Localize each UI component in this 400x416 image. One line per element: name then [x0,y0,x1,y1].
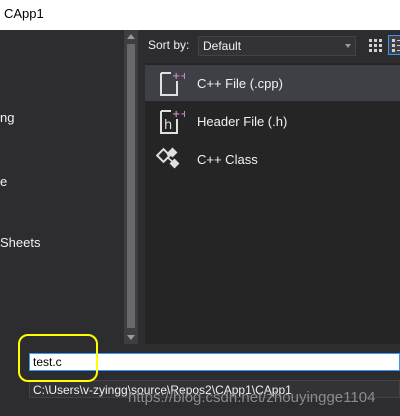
chevron-down-icon [345,44,351,48]
annotation-highlight [18,334,98,382]
template-name: Header File (.h) [197,114,288,129]
template-name: C++ File (.cpp) [197,76,283,91]
template-item-cpp-class[interactable]: C++ Class [145,141,400,177]
scrollbar-thumb[interactable] [127,44,135,328]
template-list: ++ C++ File (.cpp) h ++ Header File (.h)… [145,63,400,345]
cpp-file-icon: ++ [160,71,185,96]
sort-value: Default [203,39,242,53]
grid-view-button[interactable] [364,35,384,55]
svg-text:++: ++ [172,71,185,82]
watermark: https://blog.csdn.net/zhouyingge1104 [128,389,376,406]
tree-item[interactable]: Sheets [0,235,40,250]
list-view-icon [392,39,400,52]
svg-text:h: h [164,118,172,133]
sort-dropdown[interactable]: Default [198,36,356,56]
svg-text:++: ++ [172,109,185,120]
tree-scrollbar[interactable] [124,30,138,344]
installed-templates-tree: ng e Sheets [0,30,124,344]
window-title: CApp1 [4,6,44,21]
list-view-button[interactable] [388,35,400,55]
title-bar: CApp1 [0,0,400,30]
template-item-cpp-file[interactable]: ++ C++ File (.cpp) [145,65,400,101]
template-item-header-file[interactable]: h ++ Header File (.h) [145,103,400,139]
template-name: C++ Class [197,152,258,167]
tree-item[interactable]: e [0,174,7,189]
header-file-icon: h ++ [160,109,185,134]
sort-label: Sort by: [148,38,190,52]
cpp-class-icon [155,147,180,169]
scroll-up-icon[interactable] [127,34,135,39]
tree-item[interactable]: ng [0,110,14,125]
sort-toolbar: Sort by: Default [138,30,400,60]
grid-view-icon [369,39,382,52]
scroll-down-icon[interactable] [127,335,135,340]
